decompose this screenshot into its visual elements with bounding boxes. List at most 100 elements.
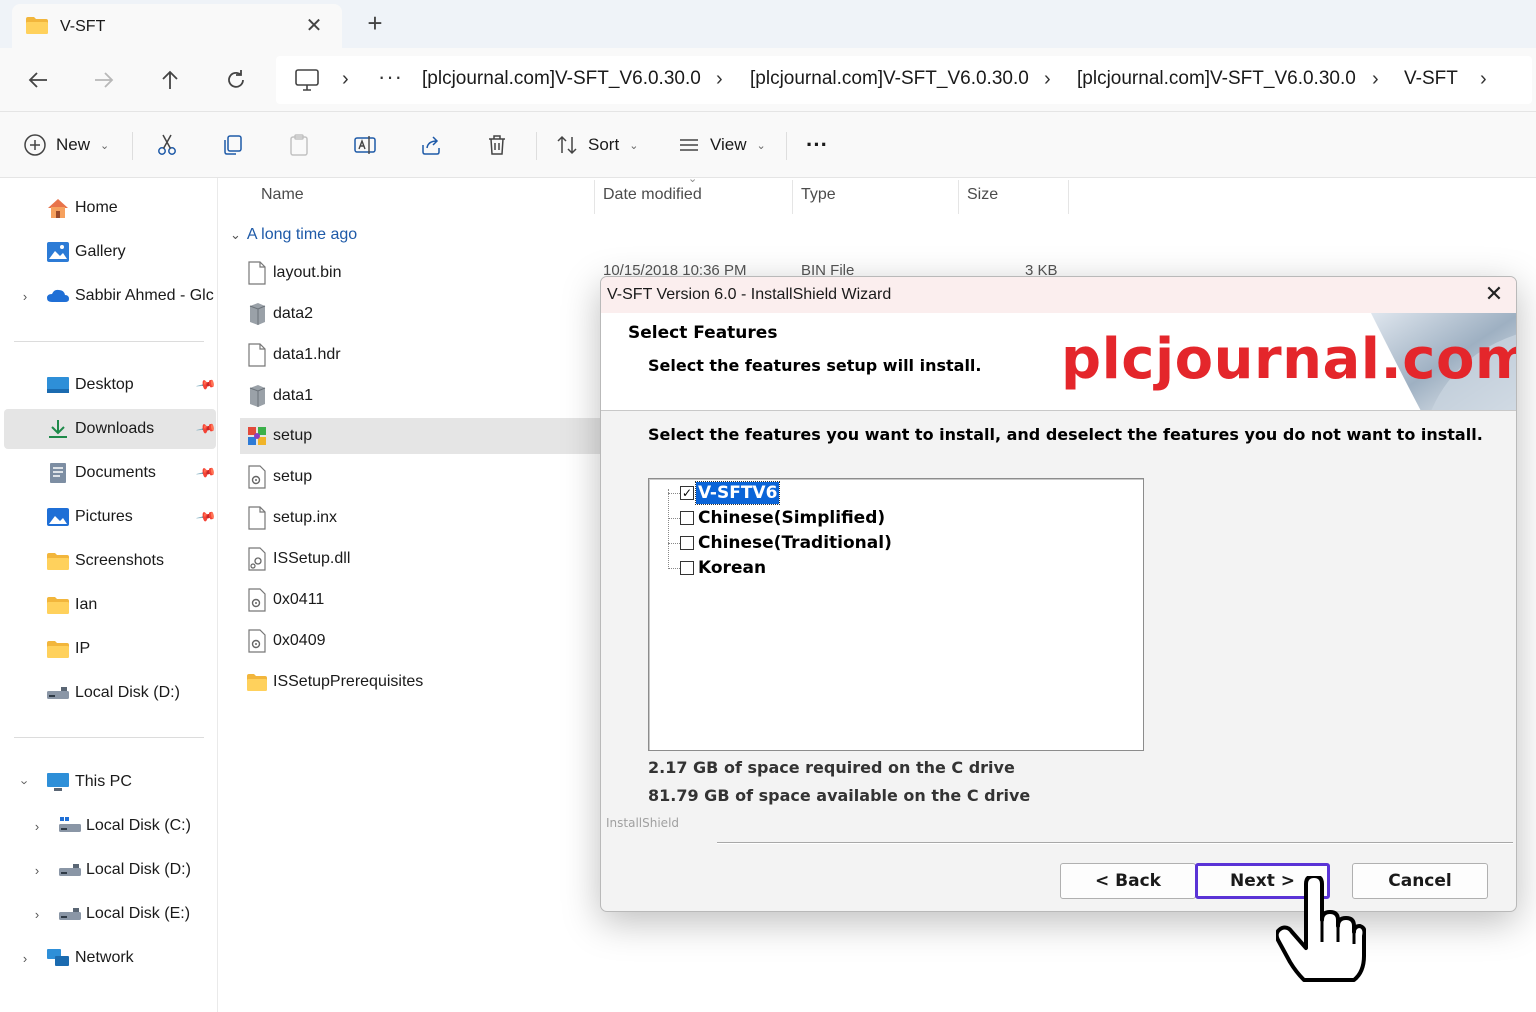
tree-connector xyxy=(668,567,680,569)
cut-button[interactable] xyxy=(154,128,180,162)
tab-close-icon[interactable]: ✕ xyxy=(302,13,326,38)
column-divider[interactable] xyxy=(1068,180,1069,214)
file-row[interactable]: 0x0409 xyxy=(240,623,602,659)
sidebar-item-label: Pictures xyxy=(75,508,133,525)
sidebar-item-local-disk-d[interactable]: Local Disk (D:) xyxy=(4,673,216,713)
delete-button[interactable] xyxy=(484,128,510,162)
breadcrumb-overflow[interactable]: ··· xyxy=(378,64,403,90)
file-row[interactable]: layout.bin xyxy=(240,255,602,291)
sidebar-item-local-disk-c[interactable]: › Local Disk (C:) xyxy=(4,806,216,846)
file-row[interactable]: data1.hdr xyxy=(240,337,602,373)
pin-icon[interactable]: 📌 xyxy=(195,462,217,484)
navigation-pane: Home Gallery › Sabbir Ahmed - Glc Deskto… xyxy=(0,178,218,1012)
sidebar-item-home[interactable]: Home xyxy=(4,188,216,228)
rename-button[interactable] xyxy=(352,128,378,162)
feature-item[interactable]: Chinese(Traditional) xyxy=(668,531,894,555)
back-button[interactable]: < Back xyxy=(1060,863,1196,899)
file-name: data2 xyxy=(273,305,314,322)
checkbox-unchecked[interactable] xyxy=(680,511,694,525)
feature-tree[interactable]: ✓ V-SFTV6 Chinese(Simplified) Chinese(Tr… xyxy=(648,478,1144,751)
copy-button[interactable] xyxy=(220,128,246,162)
sidebar-item-documents[interactable]: Documents 📌 xyxy=(4,453,217,493)
file-name: ISSetup.dll xyxy=(273,550,351,567)
file-name: setup xyxy=(273,427,313,444)
sidebar-item-network[interactable]: › Network xyxy=(4,938,216,978)
checkbox-checked[interactable]: ✓ xyxy=(680,486,694,500)
column-divider[interactable] xyxy=(792,180,793,214)
sidebar-item-local-disk-d-2[interactable]: › Local Disk (D:) xyxy=(4,850,216,890)
dll-icon xyxy=(248,547,266,571)
forward-arrow-icon[interactable] xyxy=(86,62,122,98)
file-name: layout.bin xyxy=(273,264,342,281)
new-tab-button[interactable]: + xyxy=(360,8,390,39)
cloud-icon xyxy=(47,289,69,302)
file-row[interactable]: setup.inx xyxy=(240,500,602,536)
column-header-size[interactable]: Size xyxy=(967,186,998,204)
feature-item[interactable]: Chinese(Simplified) xyxy=(668,506,887,530)
breadcrumb-item[interactable]: [plcjournal.com]V-SFT_V6.0.30.0 xyxy=(1077,68,1356,90)
scissors-icon xyxy=(154,132,180,158)
this-pc-icon xyxy=(47,773,69,791)
cancel-button[interactable]: Cancel xyxy=(1352,863,1488,899)
sidebar-item-ip[interactable]: IP xyxy=(4,629,216,669)
chevron-right-icon: › xyxy=(34,906,40,922)
file-row[interactable]: data1 xyxy=(240,378,602,414)
file-row[interactable]: data2 xyxy=(240,296,602,332)
share-button[interactable] xyxy=(418,128,444,162)
feature-item[interactable]: ✓ V-SFTV6 xyxy=(668,481,781,505)
tab-v-sft[interactable]: V-SFT ✕ xyxy=(12,4,342,48)
more-options-button[interactable]: ··· xyxy=(806,128,828,162)
file-row[interactable]: ISSetupPrerequisites xyxy=(240,664,602,700)
pin-icon[interactable]: 📌 xyxy=(195,506,217,528)
checkbox-unchecked[interactable] xyxy=(680,561,694,575)
sidebar-item-onedrive[interactable]: › Sabbir Ahmed - Glc xyxy=(4,276,216,316)
sidebar-item-downloads[interactable]: Downloads 📌 xyxy=(4,409,217,449)
pin-icon[interactable]: 📌 xyxy=(195,374,217,396)
chevron-right-icon: › xyxy=(22,950,28,966)
file-row[interactable]: setup xyxy=(240,459,602,495)
paste-button[interactable] xyxy=(286,128,312,162)
sidebar-item-label: Local Disk (C:) xyxy=(86,817,191,834)
sort-button[interactable]: Sort ⌄ xyxy=(554,128,638,162)
back-arrow-icon[interactable] xyxy=(20,62,56,98)
file-row[interactable]: ISSetup.dll xyxy=(240,541,602,577)
sidebar-item-this-pc[interactable]: › This PC xyxy=(4,762,216,802)
column-divider[interactable] xyxy=(958,180,959,214)
feature-item[interactable]: Korean xyxy=(668,556,768,580)
sidebar-item-label: Documents xyxy=(75,464,156,481)
breadcrumb-item[interactable]: [plcjournal.com]V-SFT_V6.0.30.0 xyxy=(750,68,1029,90)
group-header[interactable]: ⌄ A long time ago xyxy=(230,226,357,244)
sidebar-item-local-disk-e[interactable]: › Local Disk (E:) xyxy=(4,894,216,934)
view-button[interactable]: View ⌄ xyxy=(676,128,766,162)
dialog-titlebar[interactable]: V-SFT Version 6.0 - InstallShield Wizard… xyxy=(601,277,1516,313)
hand-pointer-icon xyxy=(1276,876,1366,982)
sidebar-item-pictures[interactable]: Pictures 📌 xyxy=(4,497,217,537)
column-divider[interactable] xyxy=(594,180,595,214)
sidebar-item-gallery[interactable]: Gallery xyxy=(4,232,216,272)
breadcrumb[interactable]: › ··· [plcjournal.com]V-SFT_V6.0.30.0 › … xyxy=(276,56,1532,104)
folder-icon xyxy=(26,17,48,34)
sidebar-item-screenshots[interactable]: Screenshots xyxy=(4,541,216,581)
sidebar-item-desktop[interactable]: Desktop 📌 xyxy=(4,365,217,405)
tree-connector xyxy=(668,492,680,494)
file-row[interactable]: 0x0411 xyxy=(240,582,602,618)
sidebar-item-ian[interactable]: Ian xyxy=(4,585,216,625)
up-arrow-icon[interactable] xyxy=(152,62,188,98)
column-header-date[interactable]: Date modified xyxy=(603,186,702,204)
column-header-type[interactable]: Type xyxy=(801,186,836,204)
close-icon[interactable]: ✕ xyxy=(1481,281,1507,307)
copy-icon xyxy=(220,132,246,158)
breadcrumb-chevron-icon: › xyxy=(342,68,349,90)
chevron-right-icon: › xyxy=(22,288,28,304)
refresh-icon[interactable] xyxy=(218,62,254,98)
file-row-selected[interactable]: setup xyxy=(240,418,602,454)
new-button[interactable]: New ⌄ xyxy=(22,128,109,162)
sidebar-item-label: Local Disk (D:) xyxy=(75,684,180,701)
column-header-name[interactable]: Name xyxy=(261,186,304,204)
feature-label: Korean xyxy=(698,558,767,578)
breadcrumb-item[interactable]: V-SFT xyxy=(1404,68,1458,90)
checkbox-unchecked[interactable] xyxy=(680,536,694,550)
pin-icon[interactable]: 📌 xyxy=(195,418,217,440)
breadcrumb-item[interactable]: [plcjournal.com]V-SFT_V6.0.30.0 xyxy=(422,68,701,90)
drive-icon xyxy=(59,908,81,920)
